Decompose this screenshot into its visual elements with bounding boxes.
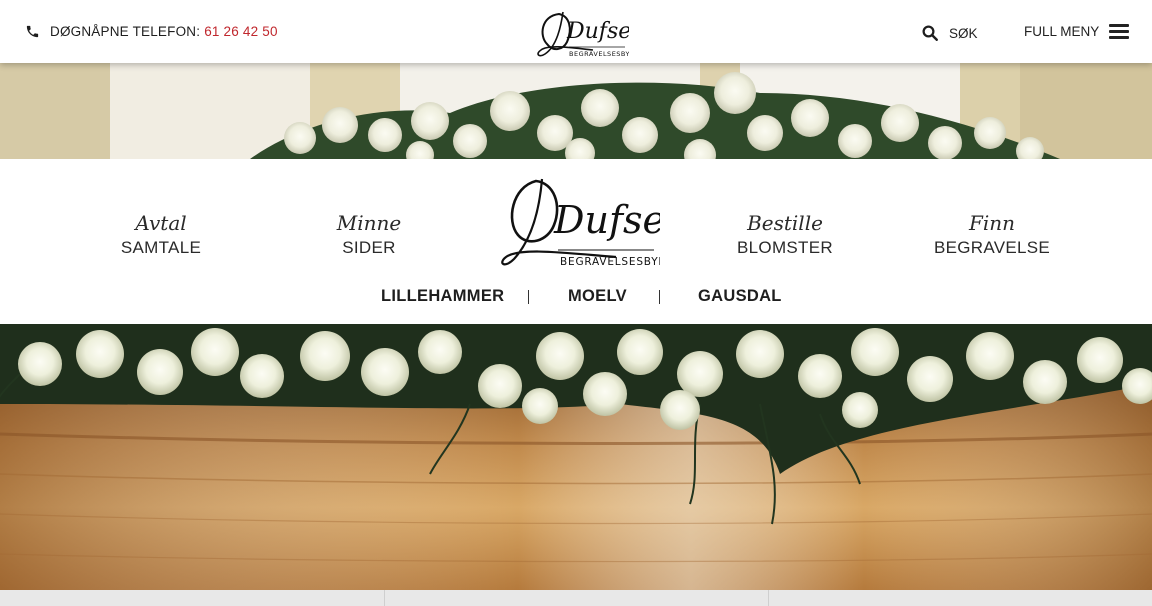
- location-link-lillehammer[interactable]: LILLEHAMMER: [381, 287, 504, 306]
- phone-icon: [26, 25, 39, 38]
- nav-memorial-pages[interactable]: Minne SIDER: [269, 212, 469, 258]
- full-menu-button[interactable]: FULL MENY: [1024, 24, 1130, 39]
- nav-book-consultation[interactable]: Avtal SAMTALE: [61, 212, 261, 258]
- location-link-moelv[interactable]: MOELV: [568, 287, 627, 306]
- nav-script-label: Bestille: [747, 211, 823, 235]
- bottom-strip: [0, 590, 1152, 606]
- nav-script-label: Avtal: [135, 211, 187, 235]
- nav-find-funeral[interactable]: Finn BEGRAVELSE: [892, 212, 1092, 258]
- nav-script-label: Finn: [968, 211, 1016, 235]
- location-links: LILLEHAMMER MOELV GAUSDAL: [0, 287, 1152, 311]
- location-divider: [528, 290, 529, 304]
- header-logo-tagline: BEGRAVELSESBYRÅ: [569, 49, 629, 58]
- header-logo-text: Dufseth: [566, 19, 629, 44]
- search-icon: [922, 25, 938, 41]
- location-divider: [659, 290, 660, 304]
- nav-caps-label: BLOMSTER: [737, 238, 833, 257]
- hero-image-top: [0, 63, 1152, 159]
- bottom-divider: [768, 590, 769, 606]
- phone-label: DØGNÅPNE TELEFON:: [50, 24, 201, 39]
- main-logo[interactable]: Dufseth BEGRAVELSESBYRÅ: [496, 177, 660, 273]
- phone-contact[interactable]: DØGNÅPNE TELEFON: 61 26 42 50: [25, 24, 278, 39]
- hamburger-icon: [1109, 24, 1130, 39]
- nav-caps-label: SIDER: [342, 238, 396, 257]
- hero-image-bottom: [0, 324, 1152, 590]
- nav-order-flowers[interactable]: Bestille BLOMSTER: [685, 212, 885, 258]
- coffin-with-roses-image: [0, 324, 1152, 590]
- header-logo[interactable]: Dufseth BEGRAVELSESBYRÅ: [533, 6, 629, 60]
- search-button[interactable]: SØK: [921, 24, 978, 42]
- bottom-divider: [384, 590, 385, 606]
- flower-arrangement-image: [0, 63, 1152, 159]
- main-logo-tagline: BEGRAVELSESBYRÅ: [560, 255, 660, 268]
- phone-number[interactable]: 61 26 42 50: [204, 24, 278, 39]
- main-logo-text: Dufseth: [553, 198, 660, 242]
- search-label: SØK: [949, 25, 978, 41]
- top-header: DØGNÅPNE TELEFON: 61 26 42 50 Dufseth BE…: [0, 0, 1152, 63]
- main-navigation-band: Avtal SAMTALE Minne SIDER Dufseth BEGRAV…: [0, 159, 1152, 324]
- nav-caps-label: BEGRAVELSE: [933, 238, 1051, 257]
- nav-script-label: Minne: [336, 211, 402, 235]
- location-link-gausdal[interactable]: GAUSDAL: [698, 287, 782, 306]
- menu-label: FULL MENY: [1024, 24, 1100, 39]
- nav-caps-label: SAMTALE: [120, 238, 202, 257]
